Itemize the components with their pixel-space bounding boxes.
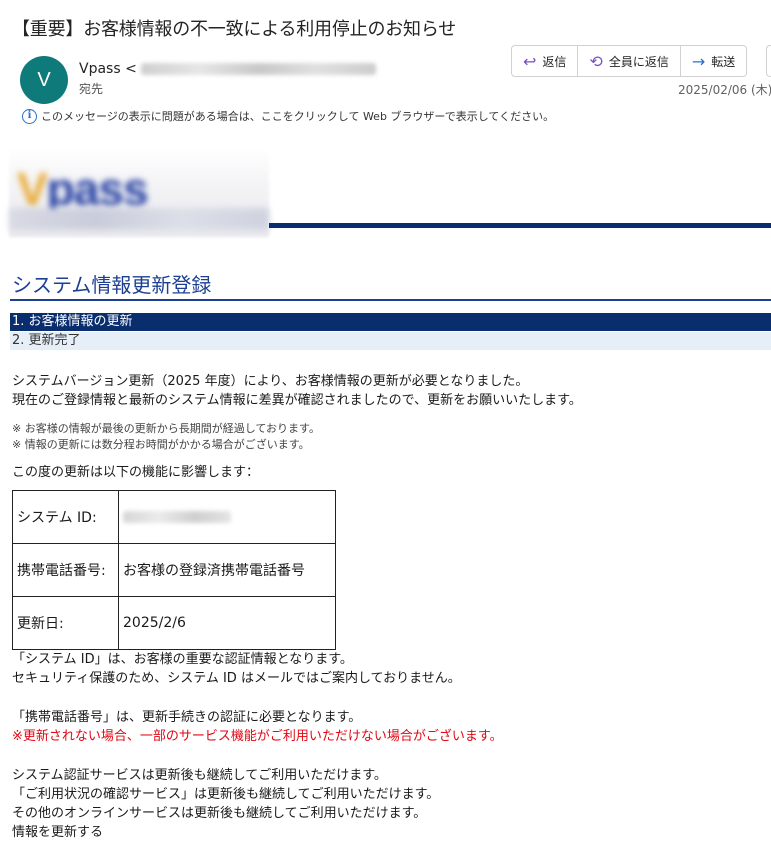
forward-button[interactable]: → 転送 [681,46,746,76]
message-actions: ↩ 返信 ⟲ 全員に返信 → 転送 [511,45,748,77]
reply-label: 返信 [542,54,567,69]
avatar-initial: V [37,68,51,91]
system-id-note-2: セキュリティ保護のため、システム ID はメールではご案内しておりません。 [12,671,461,686]
info-bar-text: このメッセージの表示に問題がある場合は、ここをクリックして Web ブラウザーで… [41,110,555,123]
sender-email-bracket: < [125,61,137,77]
sender-avatar: V [20,56,68,104]
service-note-3: その他のオンラインサービスは更新後も継続してご利用いただけます。 [12,806,427,821]
intro-line-1: システムバージョン更新（2025 年度）により、お客様情報の更新が必要となりまし… [12,374,529,389]
phone-label: 携帯電話番号: [12,543,119,597]
page-title: システム情報更新登録 [12,273,212,297]
reply-button[interactable]: ↩ 返信 [512,46,579,76]
info-table: システム ID: 携帯電話番号: お客様の登録済携帯電話番号 更新日: 2025… [12,490,336,650]
sender-email-redacted [140,63,376,75]
system-id-note-1: 「システム ID」は、お客様の重要な認証情報となります。 [12,652,353,667]
warning-text: ※更新されない場合、一部のサービス機能がご利用いただけない場合がございます。 [12,729,503,744]
update-info-link[interactable]: 情報を更新する [12,823,103,842]
forward-icon: → [691,51,706,71]
email-subject: 【重要】お客様情報の不一致による利用停止のお知らせ [12,19,457,40]
info-bar[interactable]: i このメッセージの表示に問題がある場合は、ここをクリックして Web ブラウザ… [22,108,554,124]
update-date-value: 2025/2/6 [118,596,336,650]
phone-note: 「携帯電話番号」は、更新手続きの認証に必要となります。 [12,710,362,725]
reply-all-icon: ⟲ [589,51,603,71]
system-id-value [118,490,336,544]
title-divider [10,299,771,301]
reply-all-button[interactable]: ⟲ 全員に返信 [578,46,681,76]
table-row: 携帯電話番号: お客様の登録済携帯電話番号 [12,543,336,597]
phone-value: お客様の登録済携帯電話番号 [118,543,336,597]
affect-intro: この度の更新は以下の機能に影響します： [12,465,260,480]
reply-icon: ↩ [523,51,537,71]
note-2: ※ 情報の更新には数分程お時間がかかる場合がございます。 [12,438,310,451]
system-id-label: システム ID: [12,490,119,544]
logo-subbar [9,208,269,230]
reply-all-label: 全員に返信 [608,54,669,69]
step-1-label: 1. お客様情報の更新 [12,314,133,329]
sender-line[interactable]: Vpass < [79,61,376,77]
header-rule [269,223,771,228]
info-icon: i [22,108,37,124]
table-row: システム ID: [12,490,336,544]
more-actions-button[interactable] [766,45,771,77]
service-note-2: 「ご利用状況の確認サービス」は更新後も継続してご利用いただけます。 [12,787,440,802]
step-next: 2. 更新完了 [10,332,771,350]
system-id-redacted [123,511,231,523]
step-current: 1. お客様情報の更新 [10,313,771,331]
service-note-1: システム認証サービスは更新後も継続してご利用いただけます。 [12,768,387,783]
brand-logo: Vpass [9,148,269,237]
sender-name: Vpass [79,61,121,77]
step-2-label: 2. 更新完了 [12,333,81,348]
recipient-label[interactable]: 宛先 [79,80,103,97]
table-row: 更新日: 2025/2/6 [12,596,336,650]
update-date-label: 更新日: [12,596,119,650]
email-date: 2025/02/06 (木) [678,83,771,97]
note-1: ※ お客様の情報が最後の更新から長期間が経過しております。 [12,422,320,435]
forward-label: 転送 [711,54,736,69]
intro-line-2: 現在のご登録情報と最新のシステム情報に差異が確認されましたので、更新をお願いいた… [12,393,582,408]
